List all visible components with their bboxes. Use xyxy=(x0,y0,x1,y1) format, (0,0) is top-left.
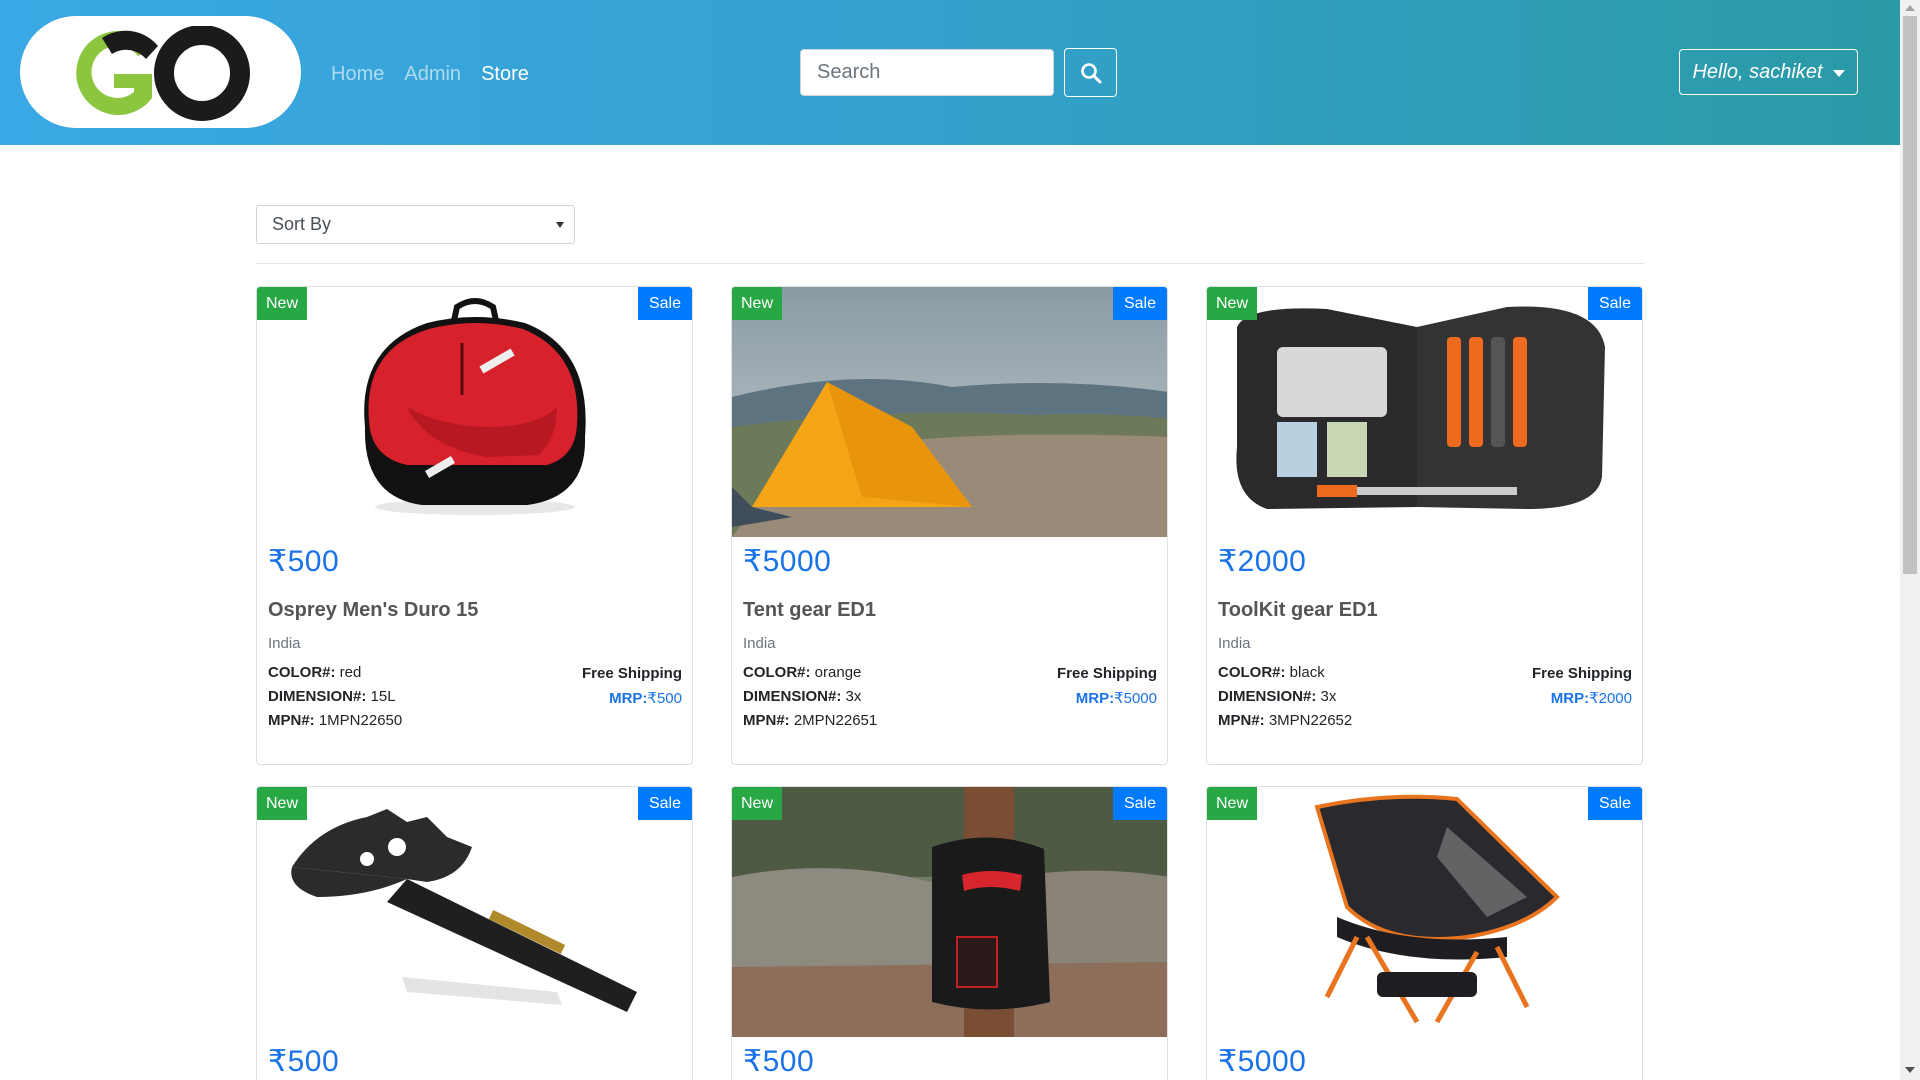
scroll-down-icon[interactable] xyxy=(1905,1067,1915,1073)
product-card[interactable]: New Sale ₹500 xyxy=(256,786,693,1080)
scroll-thumb[interactable] xyxy=(1903,16,1917,574)
tent-photo-icon xyxy=(732,287,1167,537)
product-title[interactable]: ToolKit gear ED1 xyxy=(1218,599,1378,622)
new-badge: New xyxy=(257,787,308,820)
product-image-kitchen-toolkit[interactable]: New Sale xyxy=(1207,287,1642,537)
product-card[interactable]: New Sale ₹5000 xyxy=(1206,786,1643,1080)
product-title[interactable]: Tent gear ED1 xyxy=(743,599,876,622)
free-shipping-label: Free Shipping xyxy=(1531,665,1632,682)
product-origin: India xyxy=(743,635,776,652)
product-price: ₹2000 xyxy=(1218,545,1307,578)
new-badge: New xyxy=(732,787,783,820)
free-shipping-label: Free Shipping xyxy=(581,665,682,682)
product-mrp: MRP:₹5000 xyxy=(1075,690,1157,707)
product-title[interactable]: Osprey Men's Duro 15 xyxy=(268,599,478,622)
product-card[interactable]: New Sale ₹2000 ToolKit gear ED1 India CO… xyxy=(1206,286,1643,765)
new-badge: New xyxy=(1207,287,1258,320)
brand-logo[interactable] xyxy=(20,16,301,128)
nav-home[interactable]: Home xyxy=(331,60,384,88)
sale-badge: Sale xyxy=(1112,287,1167,320)
product-price: ₹500 xyxy=(268,1045,340,1078)
free-shipping-label: Free Shipping xyxy=(1056,665,1157,682)
product-color: COLOR#: orange xyxy=(743,664,862,681)
sort-by-select[interactable]: Sort By xyxy=(256,205,575,244)
top-navbar: Home Admin Store Hello, sachiket xyxy=(0,0,1900,145)
divider xyxy=(256,263,1644,264)
product-mrp: MRP:₹500 xyxy=(609,690,682,707)
nav-store[interactable]: Store xyxy=(481,60,529,88)
search-icon xyxy=(1080,62,1101,83)
sale-badge: Sale xyxy=(637,787,692,820)
sort-by-label: Sort By xyxy=(272,214,332,234)
product-mpn: MPN#: 1MPN22650 xyxy=(268,712,403,729)
dropdown-arrow-icon xyxy=(556,222,564,228)
product-color: COLOR#: red xyxy=(268,664,362,681)
solar-shower-photo-icon xyxy=(732,787,1167,1037)
sale-badge: Sale xyxy=(1587,787,1642,820)
product-dimension: DIMENSION#: 3x xyxy=(1218,688,1337,705)
product-origin: India xyxy=(268,635,301,652)
product-mrp: MRP:₹2000 xyxy=(1550,690,1632,707)
product-dimension: DIMENSION#: 15L xyxy=(268,688,396,705)
product-card[interactable]: New Sale ₹5000 Tent gear ED1 India COLOR… xyxy=(731,286,1168,765)
user-greeting: Hello, sachiket xyxy=(1692,60,1823,83)
product-image-solar-shower-bag[interactable]: New Sale xyxy=(732,787,1167,1037)
product-image-yellow-tent[interactable]: New Sale xyxy=(732,287,1167,537)
new-badge: New xyxy=(732,287,783,320)
axe-icon xyxy=(291,809,637,1012)
scroll-up-icon[interactable] xyxy=(1905,5,1915,11)
user-menu-dropdown[interactable]: Hello, sachiket xyxy=(1679,49,1858,95)
search-input[interactable] xyxy=(800,49,1054,96)
toolkit-icon xyxy=(1236,306,1605,509)
new-badge: New xyxy=(257,287,308,320)
sale-badge: Sale xyxy=(1587,287,1642,320)
nav-admin[interactable]: Admin xyxy=(404,60,461,88)
new-badge: New xyxy=(1207,787,1258,820)
product-image-multi-tool-axe[interactable]: New Sale xyxy=(257,787,692,1037)
page-scrollbar[interactable] xyxy=(1900,0,1920,1080)
chevron-down-icon xyxy=(1832,69,1845,77)
camp-chair-icon xyxy=(1314,794,1560,1024)
product-dimension: DIMENSION#: 3x xyxy=(743,688,862,705)
go-logo-icon xyxy=(76,26,250,121)
product-mpn: MPN#: 3MPN22652 xyxy=(1218,712,1353,729)
search-button[interactable] xyxy=(1064,48,1117,97)
product-image-folding-camp-chair[interactable]: New Sale xyxy=(1207,787,1642,1037)
product-origin: India xyxy=(1218,635,1251,652)
product-card[interactable]: New Sale ₹500 xyxy=(731,786,1168,1080)
backpack-icon xyxy=(364,298,586,515)
product-price: ₹5000 xyxy=(1218,1045,1307,1078)
sale-badge: Sale xyxy=(1112,787,1167,820)
product-mpn: MPN#: 2MPN22651 xyxy=(743,712,878,729)
main-nav: Home Admin Store xyxy=(331,60,529,88)
product-image-red-backpack[interactable]: New Sale xyxy=(257,287,692,537)
product-price: ₹500 xyxy=(743,1045,815,1078)
product-price: ₹500 xyxy=(268,545,340,578)
product-color: COLOR#: black xyxy=(1218,664,1325,681)
sale-badge: Sale xyxy=(637,287,692,320)
product-card[interactable]: New Sale ₹500 Osprey Men's Duro 15 India… xyxy=(256,286,693,765)
product-price: ₹5000 xyxy=(743,545,832,578)
